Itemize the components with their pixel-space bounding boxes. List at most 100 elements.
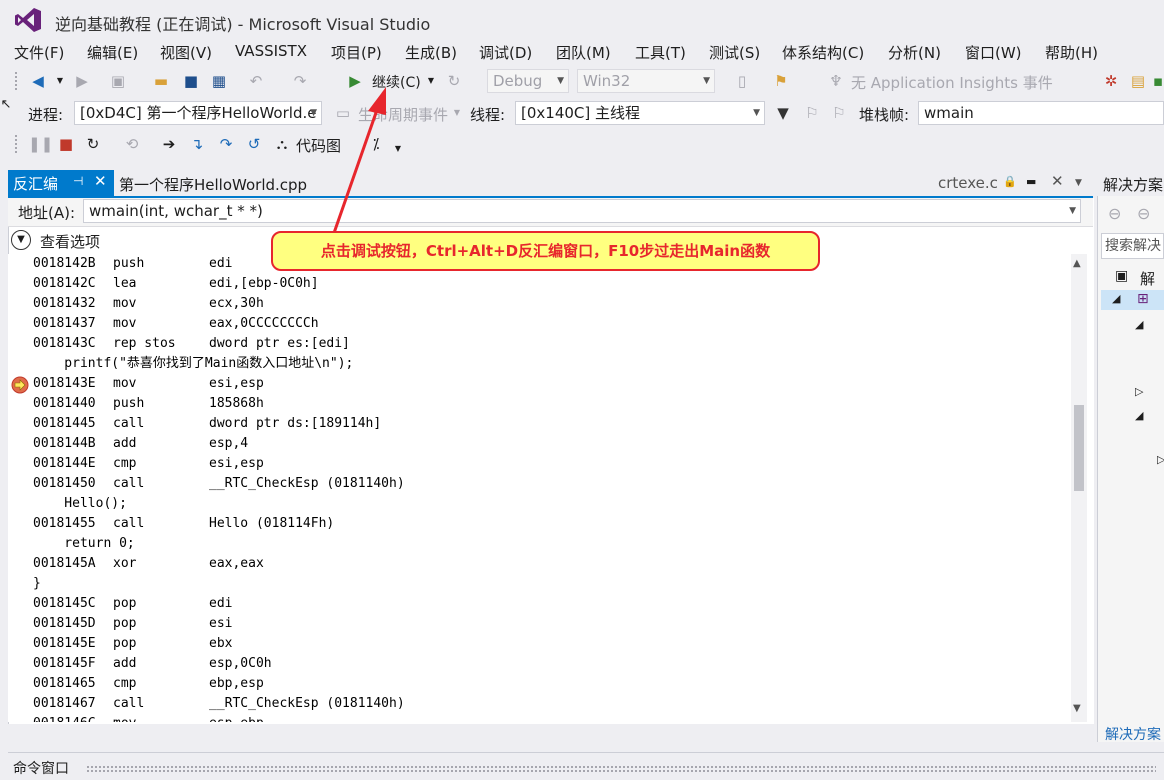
annotation-arrow-icon xyxy=(332,87,386,234)
back-dropdown-icon[interactable]: ▼ xyxy=(55,72,65,90)
platform-select: Win32 ▼ xyxy=(577,69,715,93)
menu-view[interactable]: 视图(V) xyxy=(160,42,212,63)
address-input[interactable]: wmain(int, wchar_t * *) ▼ xyxy=(83,199,1081,223)
instruction-address: 00181465 xyxy=(33,676,96,691)
close-pane-icon[interactable]: ✕ xyxy=(1051,172,1064,190)
device-icon: ▯ xyxy=(737,72,747,90)
instruction-address: 00181467 xyxy=(33,696,96,711)
tab-source-file[interactable]: 第一个程序HelloWorld.cpp xyxy=(119,174,307,195)
disassembly-code[interactable]: 0018142B push edi 0018142C lea edi,[ebp-0C0h]… xyxy=(8,254,1071,722)
solution-node[interactable]: 解 xyxy=(1140,268,1155,289)
scroll-down-icon[interactable]: ▼ xyxy=(1073,703,1081,714)
instruction-row: 00181437 mov eax,0CCCCCCCCh xyxy=(33,314,1063,334)
instruction-row: 0018145F add esp,0C0h xyxy=(33,654,1063,674)
scroll-up-icon[interactable]: ▲ xyxy=(1073,258,1081,269)
collapse-arrow-icon[interactable]: ◢ xyxy=(1135,318,1143,331)
back-icon[interactable]: ◀ xyxy=(28,72,48,90)
menu-edit[interactable]: 编辑(E) xyxy=(87,42,138,63)
instruction-address: 00181450 xyxy=(33,476,96,491)
continue-dropdown-icon[interactable]: ▼ xyxy=(426,72,436,90)
code-map-icon[interactable]: ⛬ xyxy=(272,135,292,153)
package-icon[interactable]: ▤ xyxy=(1128,72,1148,90)
instruction-operands: esp,4 xyxy=(209,436,249,451)
instruction-operands: __RTC_CheckEsp (0181140h) xyxy=(209,476,405,491)
step-out-icon[interactable]: ↺ xyxy=(244,135,264,153)
process-select[interactable]: [0xD4C] 第一个程序HelloWorld.e ▼ xyxy=(74,101,322,125)
tab-list-dropdown-icon[interactable]: ▼ xyxy=(1075,178,1082,188)
menu-analyze[interactable]: 分析(N) xyxy=(888,42,941,63)
close-tab-icon[interactable]: ✕ xyxy=(94,172,107,190)
instruction-row: 0018143E mov esi,esp xyxy=(33,374,1063,394)
solution-explorer-footer-tab[interactable]: 解决方案 xyxy=(1105,724,1161,744)
instruction-address: 0018146C xyxy=(33,714,96,722)
instruction-opcode: add xyxy=(113,436,137,451)
menu-tools[interactable]: 工具(T) xyxy=(635,42,686,63)
filter-icon[interactable]: ▼ xyxy=(773,104,793,122)
save-icon[interactable]: ■ xyxy=(180,72,202,90)
menu-team[interactable]: 团队(M) xyxy=(556,42,611,63)
show-next-statement-icon: ⟲ xyxy=(125,135,139,153)
instruction-address: 0018145F xyxy=(33,656,96,671)
step-over-icon[interactable]: ↷ xyxy=(216,135,236,153)
restart-debugging-icon[interactable]: ↻ xyxy=(83,135,103,153)
view-options[interactable]: 查看选项 xyxy=(40,231,100,252)
stop-debugging-icon[interactable]: ■ xyxy=(56,135,76,153)
step-into-arrow-icon[interactable]: ➔ xyxy=(159,135,179,153)
instruction-row: 00181465 cmp ebp,esp xyxy=(33,674,1063,694)
instruction-row: 00181455 call Hello (018114Fh) xyxy=(33,514,1063,534)
tab-crtexe[interactable]: crtexe.c xyxy=(938,174,998,192)
scrollbar-thumb[interactable] xyxy=(1074,405,1084,491)
solution-search-input[interactable]: 搜索解决 xyxy=(1101,233,1164,259)
instruction-operands: esi xyxy=(209,616,233,631)
panel-grip[interactable] xyxy=(86,765,1156,773)
stackframe-select[interactable]: wmain xyxy=(918,101,1164,125)
expand-arrow-icon[interactable]: ▷ xyxy=(1135,385,1143,398)
menu-file[interactable]: 文件(F) xyxy=(14,42,64,63)
mouse-cursor-icon: ↖ xyxy=(0,97,12,112)
save-all-icon[interactable]: ▦ xyxy=(208,72,230,90)
instruction-address: 0018142B xyxy=(33,256,96,271)
find-in-files-icon[interactable]: ⚑ xyxy=(770,72,792,90)
address-label: 地址(A): xyxy=(18,204,76,222)
solution-config-select: Debug ▼ xyxy=(487,69,569,93)
step-into-icon[interactable]: ↴ xyxy=(187,135,207,153)
collapse-arrow-icon[interactable]: ◢ xyxy=(1135,409,1143,422)
instruction-row: 0018145A xor eax,eax xyxy=(33,554,1063,574)
menu-help[interactable]: 帮助(H) xyxy=(1045,42,1098,63)
solution-node-icon: ▣ xyxy=(1115,268,1129,284)
break-all-icon: ❚❚ xyxy=(28,135,54,153)
solution-selected-row[interactable] xyxy=(1101,290,1164,310)
app-insights-events: 无 Application Insights 事件 xyxy=(851,74,1053,92)
open-file-icon[interactable]: ▬ xyxy=(150,72,172,90)
menu-vassistx[interactable]: VASSISTX xyxy=(235,42,307,60)
expand-arrow-icon[interactable]: ▷ xyxy=(1157,453,1164,466)
instruction-operands: ebp,esp xyxy=(209,676,264,691)
instruction-row: 0018144B add esp,4 xyxy=(33,434,1063,454)
toolbar-grip[interactable] xyxy=(14,134,18,154)
plugin-icon[interactable]: ▪ xyxy=(1152,72,1164,90)
menu-build[interactable]: 生成(B) xyxy=(405,42,457,63)
instruction-address: 0018144E xyxy=(33,456,96,471)
pin-icon[interactable]: ⊣ xyxy=(73,174,83,188)
process-label: 进程: xyxy=(28,106,64,124)
menu-project[interactable]: 项目(P) xyxy=(331,42,382,63)
menu-test[interactable]: 测试(S) xyxy=(709,42,760,63)
instruction-address: 0018145E xyxy=(33,636,96,651)
view-options-toggle-icon[interactable]: ▼ xyxy=(11,230,31,250)
thread-select[interactable]: [0x140C] 主线程 ▼ xyxy=(515,101,765,125)
toolbar-grip[interactable] xyxy=(14,71,18,91)
instruction-address: 00181440 xyxy=(33,396,96,411)
collapse-arrow-icon[interactable]: ◢ xyxy=(1112,292,1120,305)
menu-debug[interactable]: 调试(D) xyxy=(479,42,532,63)
instruction-opcode: call xyxy=(113,476,145,491)
menu-window[interactable]: 窗口(W) xyxy=(965,42,1022,63)
solution-explorer-title: 解决方案 xyxy=(1103,176,1164,194)
instruction-operands: dword ptr es:[edi] xyxy=(209,336,350,351)
instruction-operands: Hello (018114Fh) xyxy=(209,516,335,531)
instruction-operands: dword ptr ds:[189114h] xyxy=(209,416,382,431)
instruction-opcode: call xyxy=(113,696,145,711)
minimize-pane-icon[interactable]: ▬ xyxy=(1026,175,1036,188)
app-insights-icon: ♆ xyxy=(829,72,843,90)
extension-icon[interactable]: ✲ xyxy=(1101,72,1121,90)
menu-architecture[interactable]: 体系结构(C) xyxy=(782,42,864,63)
